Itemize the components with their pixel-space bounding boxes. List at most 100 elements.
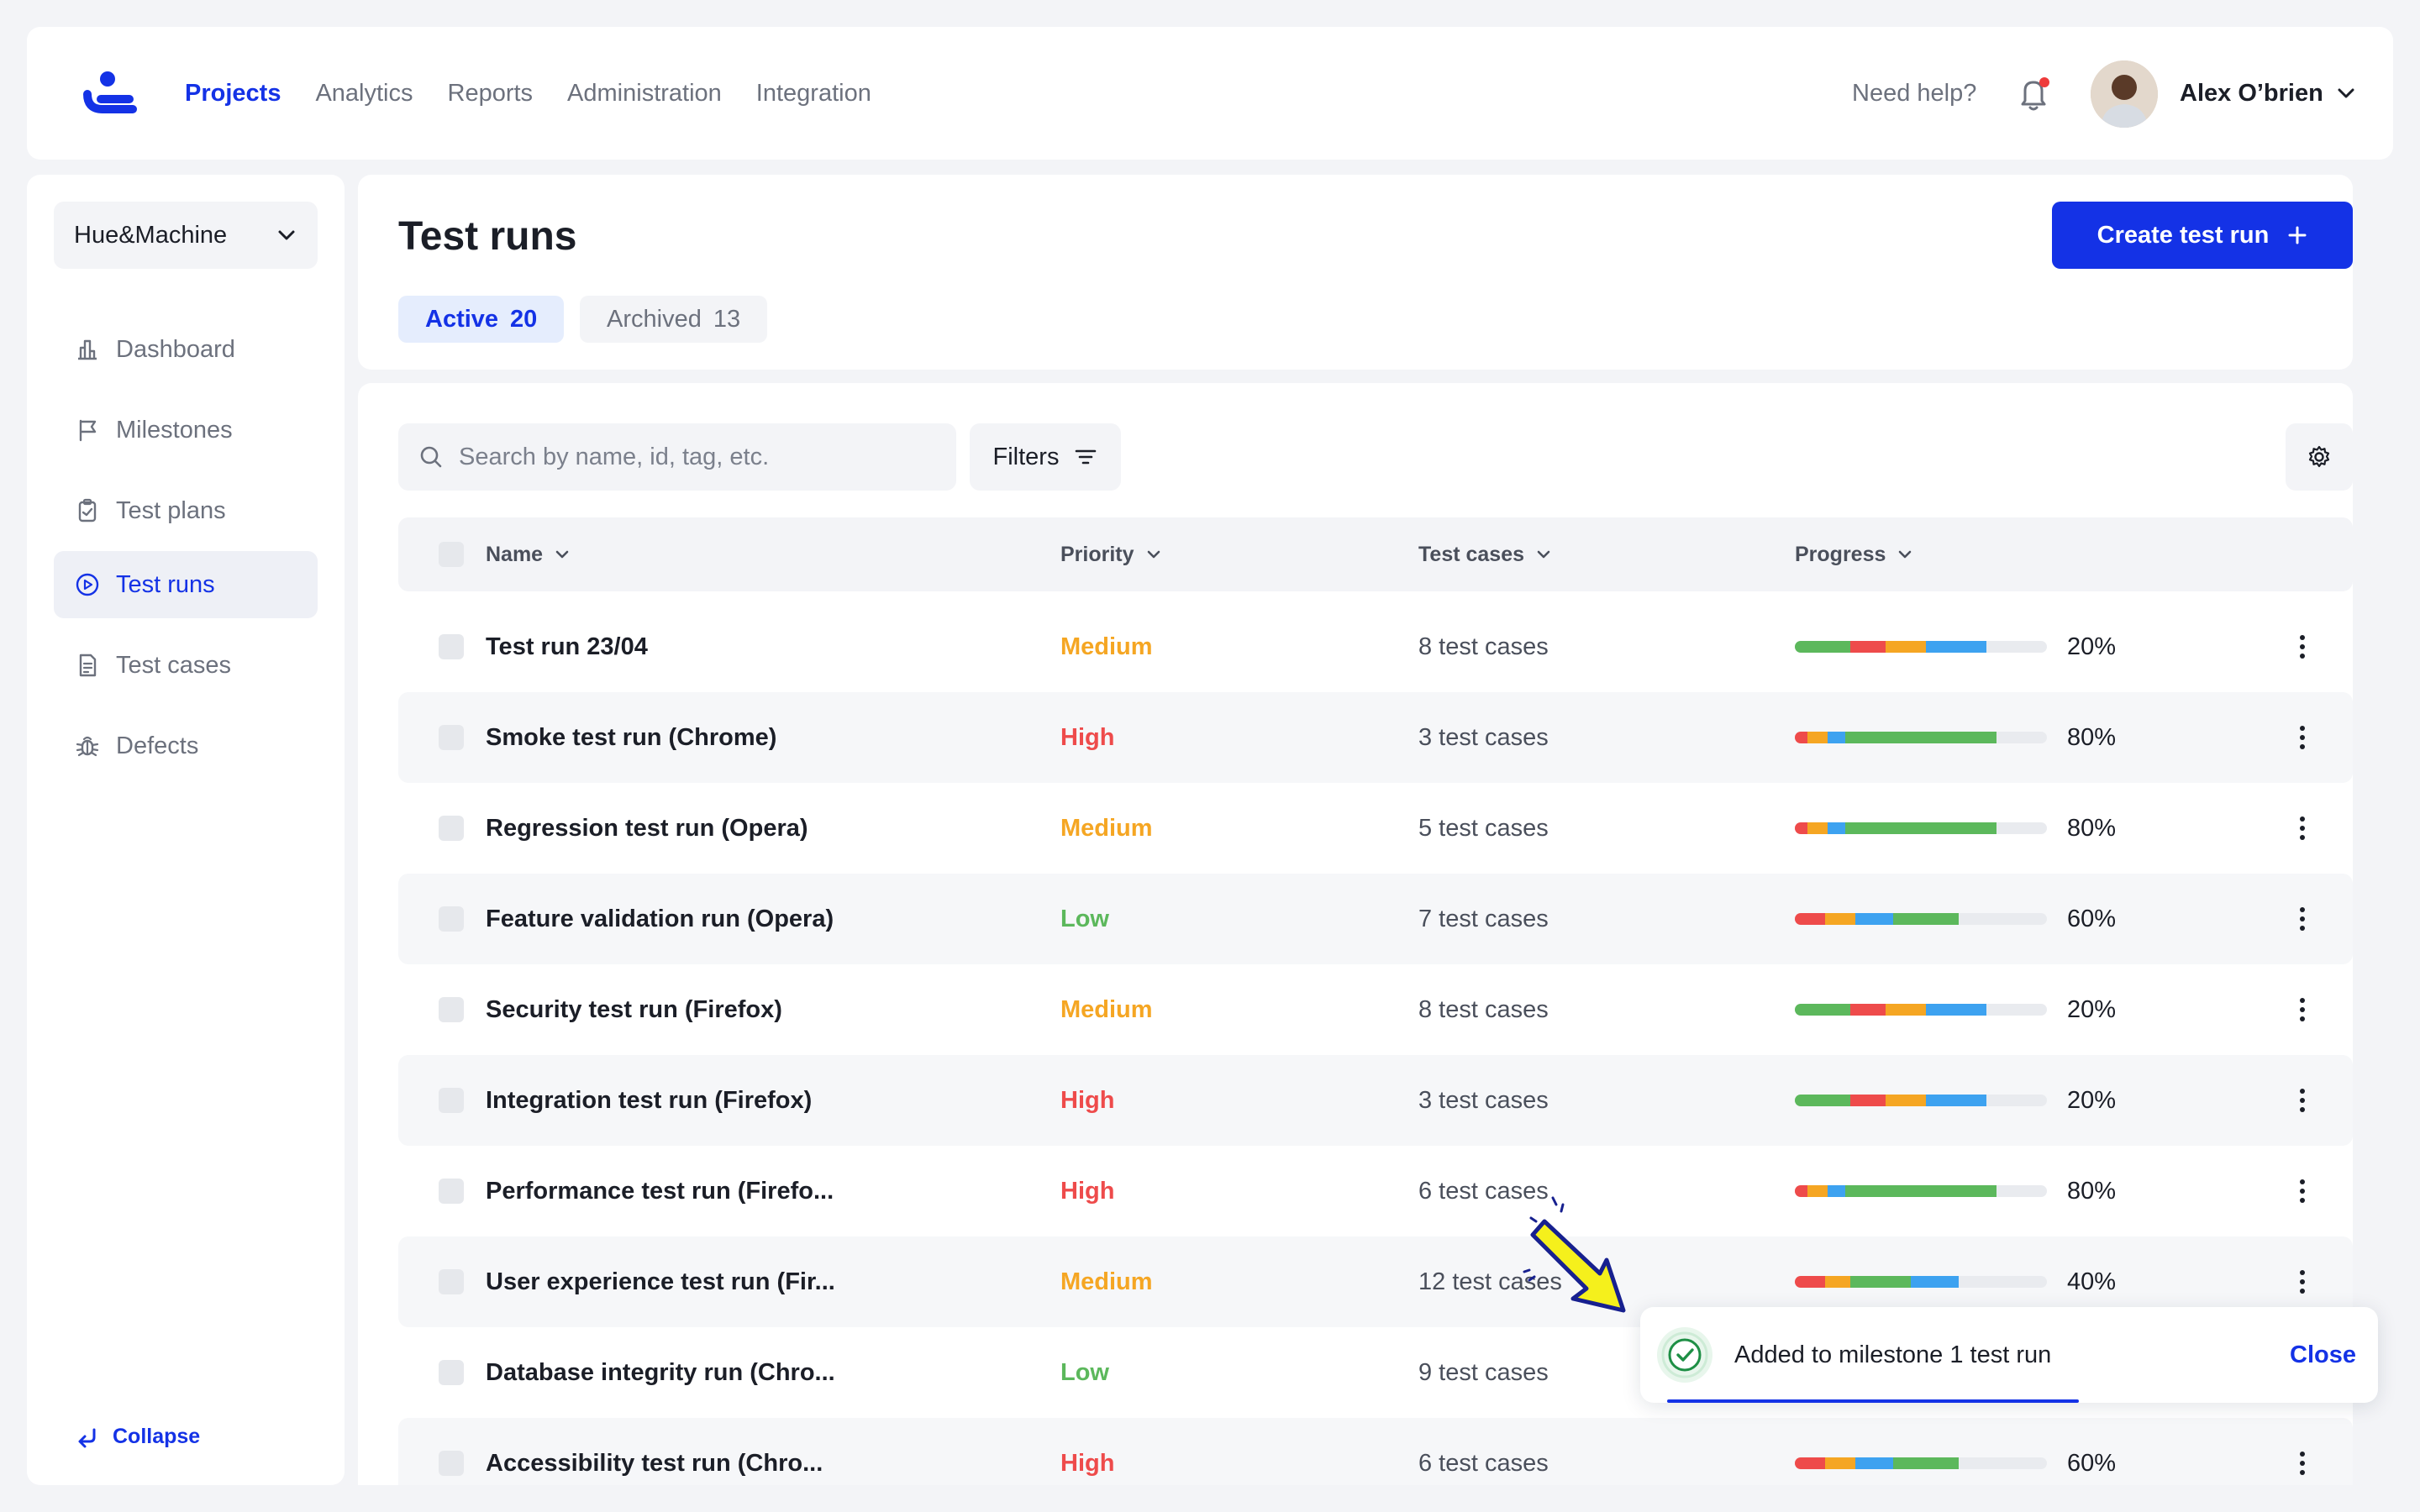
progress-segment bbox=[1795, 1457, 1825, 1469]
run-name[interactable]: Regression test run (Opera) bbox=[486, 783, 808, 874]
collapse-button[interactable]: Collapse bbox=[76, 1425, 200, 1449]
sidebar-item-test-runs[interactable]: Test runs bbox=[54, 551, 318, 618]
search-input[interactable]: Search by name, id, tag, etc. bbox=[398, 423, 956, 491]
toast-notification: Added to milestone 1 test run Close bbox=[1640, 1307, 2378, 1403]
table-row[interactable]: Feature validation run (Opera) Low 7 test … bbox=[398, 874, 2353, 964]
row-menu-icon[interactable] bbox=[2286, 1084, 2319, 1117]
sidebar-item-test-plans[interactable]: Test plans bbox=[54, 477, 318, 544]
success-check-icon bbox=[1657, 1327, 1712, 1383]
nav-projects[interactable]: Projects bbox=[185, 80, 281, 108]
chevron-down-icon bbox=[555, 550, 569, 559]
row-menu-icon[interactable] bbox=[2286, 811, 2319, 845]
avatar[interactable] bbox=[2091, 60, 2158, 128]
dot bbox=[2300, 1179, 2305, 1184]
dot bbox=[2300, 1279, 2305, 1284]
row-checkbox[interactable] bbox=[439, 1179, 464, 1204]
run-name[interactable]: User experience test run (Fir... bbox=[486, 1236, 835, 1327]
row-menu-icon[interactable] bbox=[2286, 1174, 2319, 1208]
tab-active[interactable]: Active 20 bbox=[398, 296, 565, 343]
dot bbox=[2300, 1107, 2305, 1112]
progress-bar bbox=[1795, 1095, 2047, 1106]
run-name[interactable]: Feature validation run (Opera) bbox=[486, 874, 834, 964]
column-header-name[interactable]: Name bbox=[486, 517, 571, 591]
row-checkbox[interactable] bbox=[439, 1269, 464, 1294]
table-row[interactable]: Integration test run (Firefox) High 3 test… bbox=[398, 1055, 2353, 1146]
column-label: Test cases bbox=[1418, 542, 1525, 566]
dot bbox=[2300, 1098, 2305, 1103]
run-name[interactable]: Test run 23/04 bbox=[486, 601, 648, 692]
table-row[interactable]: Performance test run (Firefo... High 6 tes… bbox=[398, 1146, 2353, 1236]
row-menu-icon[interactable] bbox=[2286, 1265, 2319, 1299]
run-name[interactable]: Smoke test run (Chrome) bbox=[486, 692, 776, 783]
row-menu-icon[interactable] bbox=[2286, 630, 2319, 664]
run-name[interactable]: Integration test run (Firefox) bbox=[486, 1055, 812, 1146]
logo-icon[interactable] bbox=[81, 69, 139, 121]
row-checkbox[interactable] bbox=[439, 725, 464, 750]
progress-bar bbox=[1795, 732, 2047, 743]
progress-segment bbox=[1855, 1457, 1893, 1469]
row-checkbox[interactable] bbox=[439, 997, 464, 1022]
dot bbox=[2300, 1198, 2305, 1203]
run-name[interactable]: Accessibility test run (Chro... bbox=[486, 1418, 823, 1485]
progress-segment bbox=[1926, 1095, 1986, 1106]
progress-segment bbox=[1795, 1185, 1807, 1197]
row-checkbox[interactable] bbox=[439, 1360, 464, 1385]
row-checkbox[interactable] bbox=[439, 1088, 464, 1113]
table-row[interactable]: Accessibility test run (Chro... High 6 tes… bbox=[398, 1418, 2353, 1485]
progress-segment bbox=[1795, 1004, 1850, 1016]
sidebar-item-dashboard[interactable]: Dashboard bbox=[54, 316, 318, 383]
progress-segment bbox=[1886, 1004, 1926, 1016]
toast-close-button[interactable]: Close bbox=[2290, 1307, 2356, 1403]
project-selector[interactable]: Hue&Machine bbox=[54, 202, 318, 269]
nav-administration[interactable]: Administration bbox=[567, 80, 722, 108]
test-case-count: 3 test cases bbox=[1418, 1086, 1549, 1114]
row-checkbox[interactable] bbox=[439, 634, 464, 659]
filters-button[interactable]: Filters bbox=[970, 423, 1121, 491]
nav-reports[interactable]: Reports bbox=[448, 80, 534, 108]
sidebar-item-test-cases[interactable]: Test cases bbox=[54, 632, 318, 699]
row-checkbox[interactable] bbox=[439, 816, 464, 841]
priority-label: Low bbox=[1060, 1358, 1109, 1386]
notification-bell-icon[interactable] bbox=[2017, 76, 2052, 113]
run-name[interactable]: Database integrity run (Chro... bbox=[486, 1327, 835, 1418]
search-placeholder: Search by name, id, tag, etc. bbox=[459, 443, 770, 470]
progress-segment bbox=[1828, 1185, 1845, 1197]
help-link[interactable]: Need help? bbox=[1852, 27, 1976, 160]
row-menu-icon[interactable] bbox=[2286, 721, 2319, 754]
progress-segment bbox=[1850, 1276, 1911, 1288]
column-header-priority[interactable]: Priority bbox=[1060, 517, 1163, 591]
sidebar-item-defects[interactable]: Defects bbox=[54, 712, 318, 780]
table-row[interactable]: Regression test run (Opera) Medium 5 test … bbox=[398, 783, 2353, 874]
nav-analytics[interactable]: Analytics bbox=[315, 80, 413, 108]
dot bbox=[2300, 1452, 2305, 1457]
run-name[interactable]: Security test run (Firefox) bbox=[486, 964, 782, 1055]
row-checkbox[interactable] bbox=[439, 1451, 464, 1476]
test-case-count: 3 test cases bbox=[1418, 723, 1549, 751]
table-settings-button[interactable] bbox=[2286, 423, 2353, 491]
row-menu-icon[interactable] bbox=[2286, 1446, 2319, 1480]
row-menu-icon[interactable] bbox=[2286, 993, 2319, 1026]
progress-segment bbox=[1825, 1457, 1855, 1469]
column-header-test-cases[interactable]: Test cases bbox=[1418, 517, 1553, 591]
select-all-checkbox[interactable] bbox=[439, 542, 464, 567]
chevron-down-icon bbox=[278, 230, 295, 240]
progress-bar bbox=[1795, 641, 2047, 653]
nav-integration[interactable]: Integration bbox=[756, 80, 871, 108]
row-menu-icon[interactable] bbox=[2286, 902, 2319, 936]
dot bbox=[2300, 744, 2305, 749]
progress-bar bbox=[1795, 1276, 2047, 1288]
user-menu[interactable]: Alex O’brien bbox=[2180, 27, 2357, 160]
create-test-run-button[interactable]: Create test run bbox=[2052, 202, 2353, 269]
row-checkbox[interactable] bbox=[439, 906, 464, 932]
sidebar-item-label: Test runs bbox=[116, 570, 215, 598]
table-row[interactable]: Smoke test run (Chrome) High 3 test cases 8… bbox=[398, 692, 2353, 783]
table-row[interactable]: Test run 23/04 Medium 8 test cases 20% bbox=[398, 601, 2353, 692]
clipboard-icon bbox=[78, 498, 97, 522]
chevron-down-icon bbox=[1147, 550, 1160, 559]
tab-archived[interactable]: Archived 13 bbox=[580, 296, 768, 343]
table-row[interactable]: Security test run (Firefox) Medium 8 test … bbox=[398, 964, 2353, 1055]
run-name[interactable]: Performance test run (Firefo... bbox=[486, 1146, 834, 1236]
sidebar-item-milestones[interactable]: Milestones bbox=[54, 396, 318, 464]
column-label: Progress bbox=[1795, 542, 1886, 566]
column-header-progress[interactable]: Progress bbox=[1795, 517, 1914, 591]
